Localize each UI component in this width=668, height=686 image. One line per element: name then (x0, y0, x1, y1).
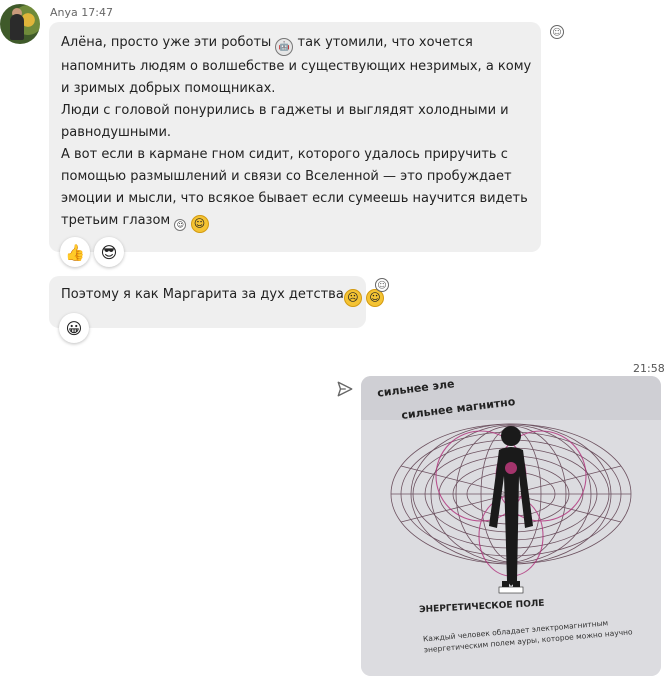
outgoing-time: 21:58 (633, 362, 665, 375)
message-text-2: Поэтому я как Маргарита за дух детства ☹ … (61, 284, 384, 307)
reaction-thumbs-up-icon[interactable]: 👍 (60, 237, 90, 267)
avatar-body (10, 14, 24, 40)
add-reaction-icon-2[interactable]: ☺ (375, 278, 389, 292)
message-text-1: Алёна, просто уже эти роботы 🤖 так утоми… (61, 32, 537, 233)
message-line-1: Алёна, просто уже эти роботы (61, 35, 272, 50)
message-bubble-2[interactable]: Поэтому я как Маргарита за дух детства ☹ … (49, 276, 384, 328)
message-2-text: Поэтому я как Маргарита за дух детства (61, 287, 344, 302)
reaction-grin-icon[interactable]: 😀 (59, 313, 89, 343)
send-icon[interactable] (336, 380, 354, 398)
add-reaction-icon[interactable]: ☺ (550, 25, 564, 39)
smile-emoji-icon: ☺ (174, 219, 187, 231)
message-line-3: А вот если в кармане гном сидит, которог… (61, 147, 532, 228)
sender-avatar[interactable] (0, 4, 40, 44)
message-header: Anya 17:47 (50, 6, 113, 19)
sad-emoji-icon: ☹ (343, 289, 362, 307)
blush-emoji-icon: ☺ (190, 215, 209, 233)
photo-attachment[interactable]: сильнее эле сильнее магнитно ЭНЕРГЕТИЧЕС… (361, 376, 661, 676)
sender-name[interactable]: Anya (50, 6, 78, 19)
reaction-cool-smile-icon[interactable]: 😎 (94, 237, 124, 267)
message-line-2: Люди с головой понурились в гаджеты и вы… (61, 103, 513, 140)
message-bubble-1[interactable]: Алёна, просто уже эти роботы 🤖 так утоми… (49, 22, 541, 252)
robot-emoji-icon: 🤖 (275, 38, 294, 56)
message-time: 17:47 (81, 6, 113, 19)
